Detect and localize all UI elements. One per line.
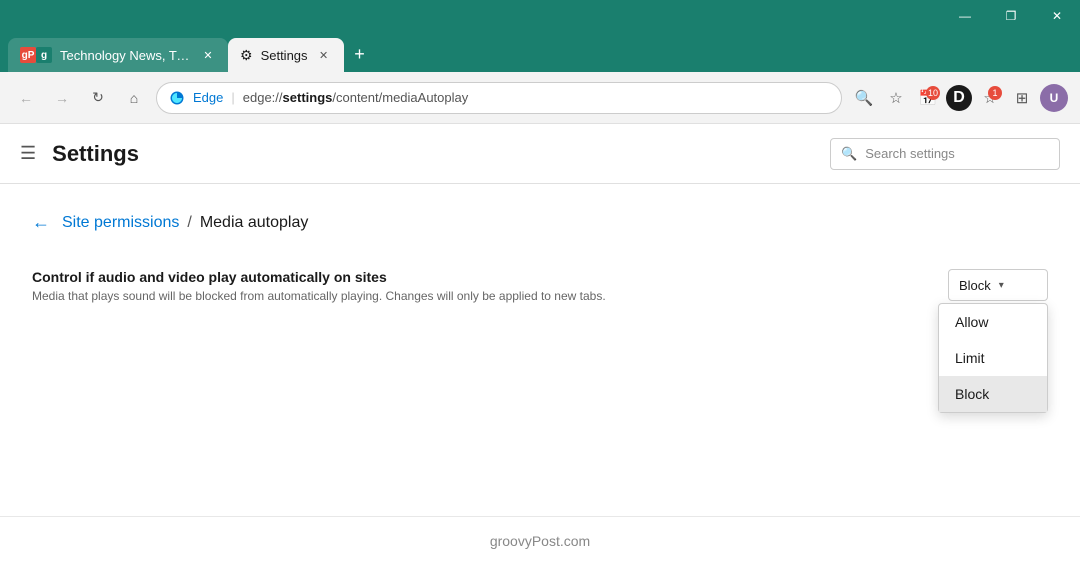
breadcrumb-current: Media autoplay	[200, 214, 309, 232]
avatar-label: U	[1050, 91, 1059, 105]
collections-favorites-icon[interactable]: ☆ 1	[976, 84, 1004, 112]
forward-button[interactable]: →	[48, 84, 76, 112]
search-settings-icon: 🔍	[841, 146, 857, 162]
allow-option-label: Allow	[955, 314, 988, 330]
address-bar: ← → ↻ ⌂ Edge | edge://settings/content/m…	[0, 72, 1080, 124]
tab-news-close[interactable]: ✕	[200, 47, 216, 63]
tab-settings[interactable]: ⚙ Settings ✕	[228, 38, 344, 72]
home-button[interactable]: ⌂	[120, 84, 148, 112]
tab-settings-favicon: ⚙	[240, 47, 253, 64]
search-settings-input[interactable]: 🔍 Search settings	[830, 138, 1060, 170]
permission-description: Media that plays sound will be blocked f…	[32, 289, 948, 303]
address-url: edge://settings/content/mediaAutoplay	[243, 90, 829, 105]
tab-bar: gP g Technology News, Tips, Reviews, ✕ ⚙…	[0, 32, 1080, 72]
url-prefix: edge://	[243, 90, 283, 105]
favorites-badge: 1	[988, 86, 1002, 100]
dropdown-option-allow[interactable]: Allow	[939, 304, 1047, 340]
hamburger-menu[interactable]: ☰	[20, 143, 36, 164]
block-option-label: Block	[955, 386, 989, 402]
edge-browser-label: Edge	[193, 90, 223, 105]
address-separator: |	[231, 90, 234, 105]
new-tab-button[interactable]: +	[344, 38, 376, 70]
search-settings-placeholder: Search settings	[865, 146, 955, 161]
breadcrumb-separator: /	[187, 214, 191, 232]
permission-title: Control if audio and video play automati…	[32, 269, 948, 285]
tab-news[interactable]: gP g Technology News, Tips, Reviews, ✕	[8, 38, 228, 72]
autoplay-dropdown-button[interactable]: Block ▾	[948, 269, 1048, 301]
permission-info: Control if audio and video play automati…	[32, 269, 948, 303]
settings-content: ← Site permissions / Media autoplay Cont…	[0, 184, 1080, 516]
avatar[interactable]: U	[1040, 84, 1068, 112]
permission-row: Control if audio and video play automati…	[32, 261, 1048, 311]
favorites-star-icon[interactable]: ☆	[882, 84, 910, 112]
settings-header: ☰ Settings 🔍 Search settings	[0, 124, 1080, 184]
settings-page: ☰ Settings 🔍 Search settings ← Site perm…	[0, 124, 1080, 565]
d-icon[interactable]: D	[946, 85, 972, 111]
url-suffix: /content/mediaAutoplay	[332, 90, 468, 105]
footer: groovyPost.com	[0, 516, 1080, 565]
back-button[interactable]: ←	[12, 84, 40, 112]
toolbar-icons: 🔍 ☆ 📅 10 D ☆ 1 ⊞ U	[850, 84, 1068, 112]
dropdown-chevron-icon: ▾	[999, 280, 1004, 291]
breadcrumb-back-button[interactable]: ←	[32, 212, 50, 233]
title-bar	[0, 0, 1080, 32]
calendar-badge: 10	[926, 86, 940, 100]
dropdown-selected-label: Block	[959, 278, 991, 293]
minimize-button[interactable]: —	[942, 0, 988, 32]
collections-icon[interactable]: ⊞	[1008, 84, 1036, 112]
autoplay-dropdown-wrapper: Block ▾ Allow Limit Block	[948, 269, 1048, 301]
limit-option-label: Limit	[955, 350, 985, 366]
autoplay-dropdown-menu: Allow Limit Block	[938, 303, 1048, 413]
breadcrumb: ← Site permissions / Media autoplay	[32, 212, 1048, 233]
search-icon-btn[interactable]: 🔍	[850, 84, 878, 112]
dropdown-option-block[interactable]: Block	[939, 376, 1047, 412]
tab-news-favicon-gp: gP	[20, 47, 36, 63]
edge-logo-icon	[169, 90, 185, 106]
calendar-icon[interactable]: 📅 10	[914, 84, 942, 112]
dropdown-option-limit[interactable]: Limit	[939, 340, 1047, 376]
breadcrumb-link[interactable]: Site permissions	[62, 214, 179, 232]
tab-settings-close[interactable]: ✕	[316, 47, 332, 63]
refresh-button[interactable]: ↻	[84, 84, 112, 112]
restore-button[interactable]: ❐	[988, 0, 1034, 32]
d-label: D	[953, 89, 965, 107]
address-field[interactable]: Edge | edge://settings/content/mediaAuto…	[156, 82, 842, 114]
tab-news-favicon-g: g	[36, 47, 52, 63]
close-button[interactable]: ✕	[1034, 0, 1080, 32]
url-bold: settings	[283, 90, 333, 105]
tab-settings-title: Settings	[261, 48, 308, 63]
footer-text: groovyPost.com	[490, 533, 590, 549]
tab-news-title: Technology News, Tips, Reviews,	[60, 48, 192, 63]
settings-page-title: Settings	[52, 141, 814, 167]
